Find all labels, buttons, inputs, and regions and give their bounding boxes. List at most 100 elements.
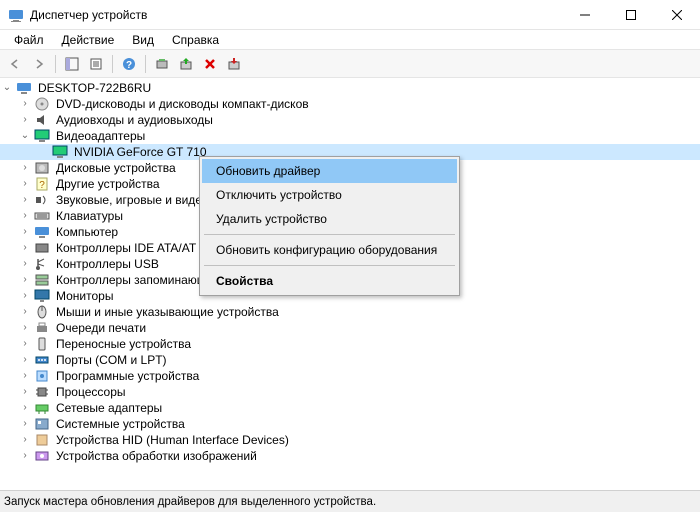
tree-category[interactable]: › Переносные устройства xyxy=(0,336,700,352)
tree-node-label: Видеоадаптеры xyxy=(54,128,147,144)
tree-category[interactable]: › DVD-дисководы и дисководы компакт-диско… xyxy=(0,96,700,112)
expander-icon[interactable]: › xyxy=(18,433,32,447)
audio-icon xyxy=(34,112,50,128)
tree-node-label: Другие устройства xyxy=(54,176,162,192)
ide-icon xyxy=(34,240,50,256)
expander-icon[interactable]: › xyxy=(18,289,32,303)
tree-node-label: DESKTOP-722B6RU xyxy=(36,80,153,96)
svg-text:?: ? xyxy=(39,180,45,191)
maximize-button[interactable] xyxy=(608,0,654,30)
tree-node-label: Очереди печати xyxy=(54,320,148,336)
hid-icon xyxy=(34,432,50,448)
expander-icon[interactable]: ⌄ xyxy=(0,81,14,95)
expander-icon[interactable]: › xyxy=(18,417,32,431)
tree-category[interactable]: › Сетевые адаптеры xyxy=(0,400,700,416)
ctx-properties[interactable]: Свойства xyxy=(202,269,457,293)
tree-category[interactable]: › Устройства HID (Human Interface Devices… xyxy=(0,432,700,448)
disable-button[interactable] xyxy=(223,53,245,75)
tree-node-label: Переносные устройства xyxy=(54,336,193,352)
expander-icon[interactable]: › xyxy=(18,257,32,271)
tree-node-label: Программные устройства xyxy=(54,368,201,384)
expander-icon[interactable]: › xyxy=(18,161,32,175)
toolbar: ? xyxy=(0,50,700,78)
expander-icon[interactable]: ⌄ xyxy=(18,129,32,143)
ctx-uninstall-device[interactable]: Удалить устройство xyxy=(202,207,457,231)
expander-icon[interactable]: › xyxy=(18,209,32,223)
tree-node-label: Аудиовходы и аудиовыходы xyxy=(54,112,215,128)
statusbar: Запуск мастера обновления драйверов для … xyxy=(0,490,700,512)
tree-category[interactable]: ›Порты (COM и LPT) xyxy=(0,352,700,368)
tree-category[interactable]: ›Устройства обработки изображений xyxy=(0,448,700,464)
ctx-separator xyxy=(204,265,455,266)
uninstall-button[interactable] xyxy=(199,53,221,75)
keyboard-icon xyxy=(34,208,50,224)
properties-button[interactable] xyxy=(85,53,107,75)
expander-icon[interactable]: › xyxy=(18,273,32,287)
tree-node-label: Сетевые адаптеры xyxy=(54,400,164,416)
disk-icon xyxy=(34,160,50,176)
close-button[interactable] xyxy=(654,0,700,30)
scan-hardware-button[interactable] xyxy=(151,53,173,75)
expander-icon[interactable]: › xyxy=(18,97,32,111)
expander-icon[interactable]: › xyxy=(18,449,32,463)
menu-file[interactable]: Файл xyxy=(6,31,52,49)
expander-icon[interactable]: › xyxy=(18,353,32,367)
disc-icon xyxy=(34,96,50,112)
update-driver-button[interactable] xyxy=(175,53,197,75)
computer-icon xyxy=(34,224,50,240)
expander-icon[interactable]: › xyxy=(18,401,32,415)
expander-icon[interactable]: › xyxy=(18,193,32,207)
tree-category[interactable]: › Аудиовходы и аудиовыходы xyxy=(0,112,700,128)
tree-node-label: Процессоры xyxy=(54,384,128,400)
tree-node-label: Системные устройства xyxy=(54,416,187,432)
expander-icon[interactable]: › xyxy=(18,241,32,255)
tree-category[interactable]: › Программные устройства xyxy=(0,368,700,384)
expander-icon[interactable]: › xyxy=(18,321,32,335)
expander-icon[interactable]: › xyxy=(18,305,32,319)
sound-icon xyxy=(34,192,50,208)
imaging-icon xyxy=(34,448,50,464)
menu-view[interactable]: Вид xyxy=(124,31,162,49)
mouse-icon xyxy=(34,304,50,320)
storage-icon xyxy=(34,272,50,288)
expander-icon[interactable]: › xyxy=(18,385,32,399)
expander-icon[interactable]: › xyxy=(18,369,32,383)
titlebar: Диспетчер устройств xyxy=(0,0,700,30)
tree-node-label: Устройства HID (Human Interface Devices) xyxy=(54,432,291,448)
tree-node-label: DVD-дисководы и дисководы компакт-дисков xyxy=(54,96,311,112)
tree-root[interactable]: ⌄ DESKTOP-722B6RU xyxy=(0,80,700,96)
network-icon xyxy=(34,400,50,416)
window-title: Диспетчер устройств xyxy=(30,8,562,22)
ctx-update-driver[interactable]: Обновить драйвер xyxy=(202,159,457,183)
expander-icon[interactable]: › xyxy=(18,225,32,239)
app-icon xyxy=(8,7,24,23)
help-button[interactable]: ? xyxy=(118,53,140,75)
tree-node-label: Контроллеры IDE ATA/AT xyxy=(54,240,198,256)
cpu-icon xyxy=(34,384,50,400)
expander-icon[interactable]: › xyxy=(18,177,32,191)
window-controls xyxy=(562,0,700,30)
back-button[interactable] xyxy=(4,53,26,75)
statusbar-text: Запуск мастера обновления драйверов для … xyxy=(4,496,376,508)
tree-category[interactable]: › Процессоры xyxy=(0,384,700,400)
context-menu: Обновить драйвер Отключить устройство Уд… xyxy=(199,156,460,296)
expander-icon[interactable]: › xyxy=(18,113,32,127)
tree-category[interactable]: ›Мыши и иные указывающие устройства xyxy=(0,304,700,320)
menu-action[interactable]: Действие xyxy=(54,31,123,49)
minimize-button[interactable] xyxy=(562,0,608,30)
toolbar-separator xyxy=(112,55,113,73)
tree-node-label: Клавиатуры xyxy=(54,208,125,224)
expander-icon[interactable]: › xyxy=(18,337,32,351)
tree-category[interactable]: › Очереди печати xyxy=(0,320,700,336)
tree-node-label: Компьютер xyxy=(54,224,120,240)
ctx-disable-device[interactable]: Отключить устройство xyxy=(202,183,457,207)
show-hide-tree-button[interactable] xyxy=(61,53,83,75)
menu-help[interactable]: Справка xyxy=(164,31,227,49)
forward-button[interactable] xyxy=(28,53,50,75)
svg-text:?: ? xyxy=(126,60,132,71)
tree-node-label: Мониторы xyxy=(54,288,115,304)
tree-category[interactable]: ⌄ Видеоадаптеры xyxy=(0,128,700,144)
ctx-scan-hardware[interactable]: Обновить конфигурацию оборудования xyxy=(202,238,457,262)
monitor-icon xyxy=(34,288,50,304)
tree-category[interactable]: › Системные устройства xyxy=(0,416,700,432)
